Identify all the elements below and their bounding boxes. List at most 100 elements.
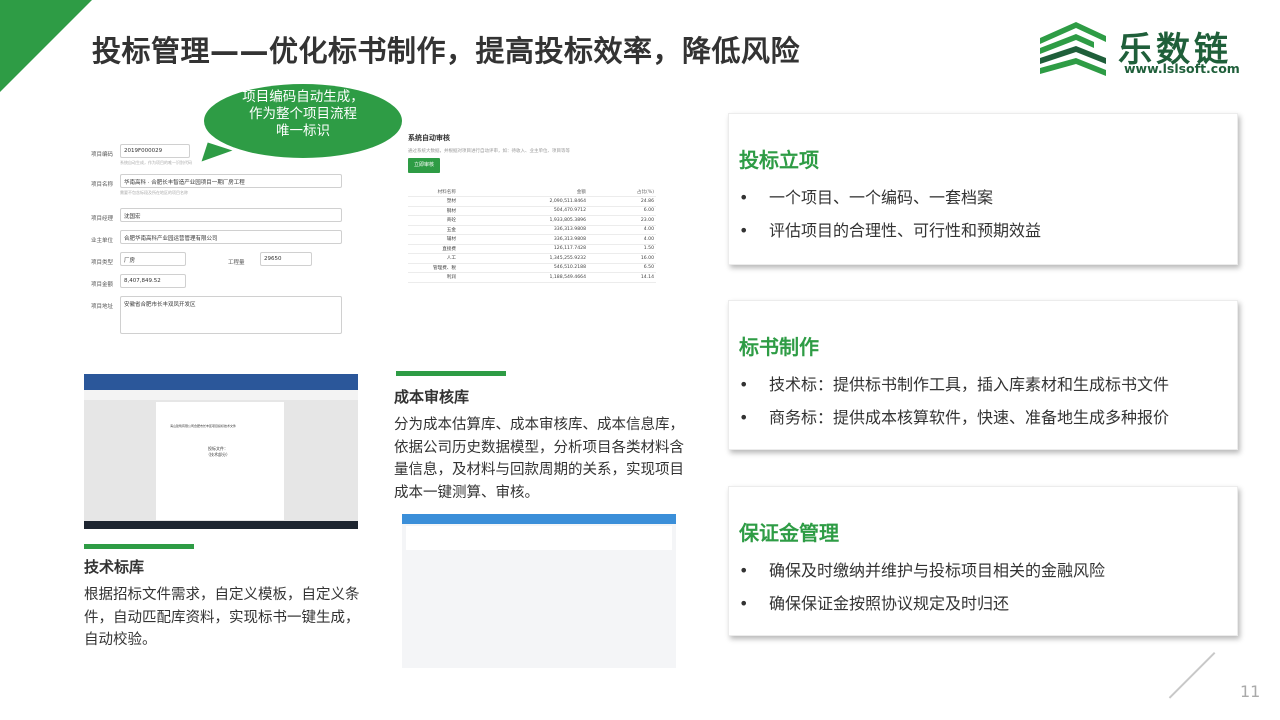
- bullet-item: • 技术标：提供标书制作工具，插入库素材和生成标书文件: [739, 371, 1169, 395]
- bubble-line: 作为整个项目流程: [249, 106, 357, 122]
- table-cell: 1,933,805.3896: [458, 215, 588, 226]
- table-cell: 6.50: [588, 263, 656, 273]
- table-cell: 1.50: [588, 244, 656, 254]
- bullet-text: 评估项目的合理性、可行性和预期效益: [769, 221, 1042, 240]
- form-row-type: 项目类型 厂房 工程量 29650: [86, 252, 358, 274]
- bubble-line: 唯一标识: [276, 123, 330, 139]
- bullet-dot: •: [739, 375, 749, 394]
- bullet-dot: •: [739, 561, 749, 580]
- table-cell: 6.00: [588, 206, 656, 216]
- review-description: 通过系统大数据，并根据对项目进行自动评审，如：待收入、业主单位、项目等等: [408, 149, 570, 154]
- document-page: 海山建筑有限公司合肥市长丰区项目投标技术文件 投标文件： （技术部分）: [156, 402, 284, 520]
- bullet-dot: •: [739, 221, 749, 240]
- table-cell: 24.86: [588, 196, 656, 207]
- table-cell: 504,470.9712: [458, 206, 588, 216]
- column-header: 金额: [458, 187, 588, 197]
- table-cell: 塑材: [408, 196, 458, 207]
- logo-building-icon: [1040, 22, 1106, 76]
- bullet-item: • 确保及时缴纳并维护与投标项目相关的金融风险: [739, 557, 1105, 581]
- table-header-row: 材料名称 金额 占比(%): [408, 187, 656, 197]
- table-cell: 14.14: [588, 272, 656, 283]
- table-cell: 商砼: [408, 215, 458, 226]
- bullet-item: • 一个项目、一个编码、一套档案: [739, 184, 993, 208]
- table-row: 人工 1,345,255.9232 16.00: [408, 253, 656, 264]
- bullet-item: • 确保保证金按照协议规定及时归还: [739, 590, 1009, 614]
- form-label: 项目名称: [91, 182, 114, 188]
- table-cell: 1,345,255.9232: [458, 253, 588, 264]
- bullet-dot: •: [739, 594, 749, 613]
- bullet-text: 确保及时缴纳并维护与投标项目相关的金融风险: [769, 561, 1106, 580]
- table-cell: 钢材: [408, 206, 458, 216]
- review-title: 系统自动审核: [408, 134, 450, 142]
- bullet-text: 技术标：提供标书制作工具，插入库素材和生成标书文件: [769, 375, 1170, 394]
- table-row: 商砼 1,933,805.3896 23.00: [408, 215, 656, 226]
- table-cell: 126,117.7428: [458, 244, 588, 254]
- word-document-screenshot: 海山建筑有限公司合肥市长丰区项目投标技术文件 投标文件： （技术部分）: [84, 374, 358, 529]
- tech-lib-text: 根据招标文件需求，自定义模板，自定义条件，自动匹配库资料，实现标书一键生成，自动…: [84, 587, 360, 648]
- company-logo: 乐数链 www.lslsoft.com: [1036, 18, 1266, 82]
- bullet-text: 商务标：提供成本核算软件，快速、准备地生成多种报价: [769, 408, 1170, 427]
- table-cell: 直接费: [408, 244, 458, 254]
- cost-system-screenshot: [402, 514, 676, 668]
- cost-lib-heading: 成本审核库: [394, 388, 470, 406]
- quantity-label: 工程量: [228, 260, 245, 266]
- form-hint: 系统自动生成，作为项目的唯一识别代码: [120, 160, 192, 165]
- card-deposit-management: 保证金管理 • 确保及时缴纳并维护与投标项目相关的金融风险 • 确保保证金按照协议规…: [728, 486, 1238, 636]
- column-header: 材料名称: [408, 187, 458, 197]
- logo-url: www.lslsoft.com: [1124, 61, 1240, 76]
- web-header-bar: [402, 514, 676, 524]
- form-row-amount: 项目金额 8,407,849.52: [86, 274, 358, 296]
- table-cell: 2,090,511.8464: [458, 196, 588, 207]
- cost-lib-accent-bar: [396, 371, 506, 376]
- quantity-field[interactable]: 29650: [260, 252, 312, 266]
- project-name-field[interactable]: 华南高科 · 合肥长丰智造产业园项目一期厂房工程: [120, 174, 342, 188]
- review-now-button[interactable]: 立即审核: [408, 158, 440, 173]
- table-cell: 利润: [408, 272, 458, 283]
- document-heading: 海山建筑有限公司合肥市长丰区项目投标技术文件: [170, 424, 237, 428]
- word-toolbar: [84, 390, 358, 400]
- windows-taskbar: [84, 521, 358, 529]
- table-cell: 336,313.9808: [458, 234, 588, 245]
- card-bid-document: 标书制作 • 技术标：提供标书制作工具，插入库素材和生成标书文件 • 商务标：提供成…: [728, 300, 1238, 450]
- document-subtitle-line: （技术部分）: [206, 452, 230, 457]
- page-title: 投标管理——优化标书制作，提高投标效率，降低风险: [92, 34, 801, 68]
- table-cell: 4.00: [588, 225, 656, 235]
- table-cell: 23.00: [588, 215, 656, 226]
- project-code-field[interactable]: 2019F000029: [120, 144, 190, 158]
- form-row-address: 项目地址 安徽省合肥市长丰双凤开发区: [86, 296, 358, 334]
- table-cell: 16.00: [588, 253, 656, 264]
- bullet-text: 一个项目、一个编码、一套档案: [769, 188, 994, 207]
- column-header: 占比(%): [588, 187, 656, 197]
- table-cell: 五金: [408, 225, 458, 235]
- cost-lib-text: 分为成本估算库、成本审核库、成本信息库，依据公司历史数据模型，分析项目各类材料含…: [394, 417, 684, 501]
- bullet-item: • 评估项目的合理性、可行性和预期效益: [739, 217, 1041, 241]
- form-label: 项目经理: [91, 216, 114, 222]
- form-row-owner: 业主单位 合肥华南高科产业园运营管理有限公司: [86, 230, 358, 252]
- table-row: 直接费 126,117.7428 1.50: [408, 244, 656, 254]
- project-manager-field[interactable]: 沈国宏: [120, 208, 342, 222]
- form-label: 业主单位: [91, 238, 114, 244]
- material-cost-table: 材料名称 金额 占比(%) 塑材 2,090,511.8464 24.86 钢材 50…: [408, 187, 656, 283]
- card-title: 投标立项: [739, 148, 819, 172]
- tech-lib-heading: 技术标库: [84, 558, 145, 576]
- table-row: 辅材 336,313.9808 4.00: [408, 234, 656, 245]
- table-cell: 336,313.9808: [458, 225, 588, 235]
- auto-review-screenshot: 系统自动审核 通过系统大数据，并根据对项目进行自动评审，如：待收入、业主单位、项…: [404, 130, 656, 310]
- table-cell: 辅材: [408, 234, 458, 245]
- bubble-line: 项目编码自动生成，: [242, 89, 364, 105]
- page-number: 11: [1240, 682, 1261, 701]
- tech-lib-accent-bar: [84, 544, 194, 549]
- card-title: 保证金管理: [739, 521, 839, 545]
- project-amount-field[interactable]: 8,407,849.52: [120, 274, 186, 288]
- form-label: 项目地址: [91, 304, 114, 310]
- owner-unit-field[interactable]: 合肥华南高科产业园运营管理有限公司: [120, 230, 342, 244]
- bullet-text: 确保保证金按照协议规定及时归还: [769, 594, 1010, 613]
- card-bid-initiation: 投标立项 • 一个项目、一个编码、一套档案 • 评估项目的合理性、可行性和预期效益: [728, 113, 1238, 265]
- table-row: 五金 336,313.9808 4.00: [408, 225, 656, 235]
- page-number-divider: [1168, 652, 1216, 699]
- form-row-manager: 项目经理 沈国宏: [86, 208, 358, 230]
- project-address-field[interactable]: 安徽省合肥市长丰双凤开发区: [120, 296, 342, 334]
- bullet-dot: •: [739, 188, 749, 207]
- project-type-select[interactable]: 厂房: [120, 252, 186, 266]
- table-row: 管理费、税 546,510.2188 6.50: [408, 263, 656, 273]
